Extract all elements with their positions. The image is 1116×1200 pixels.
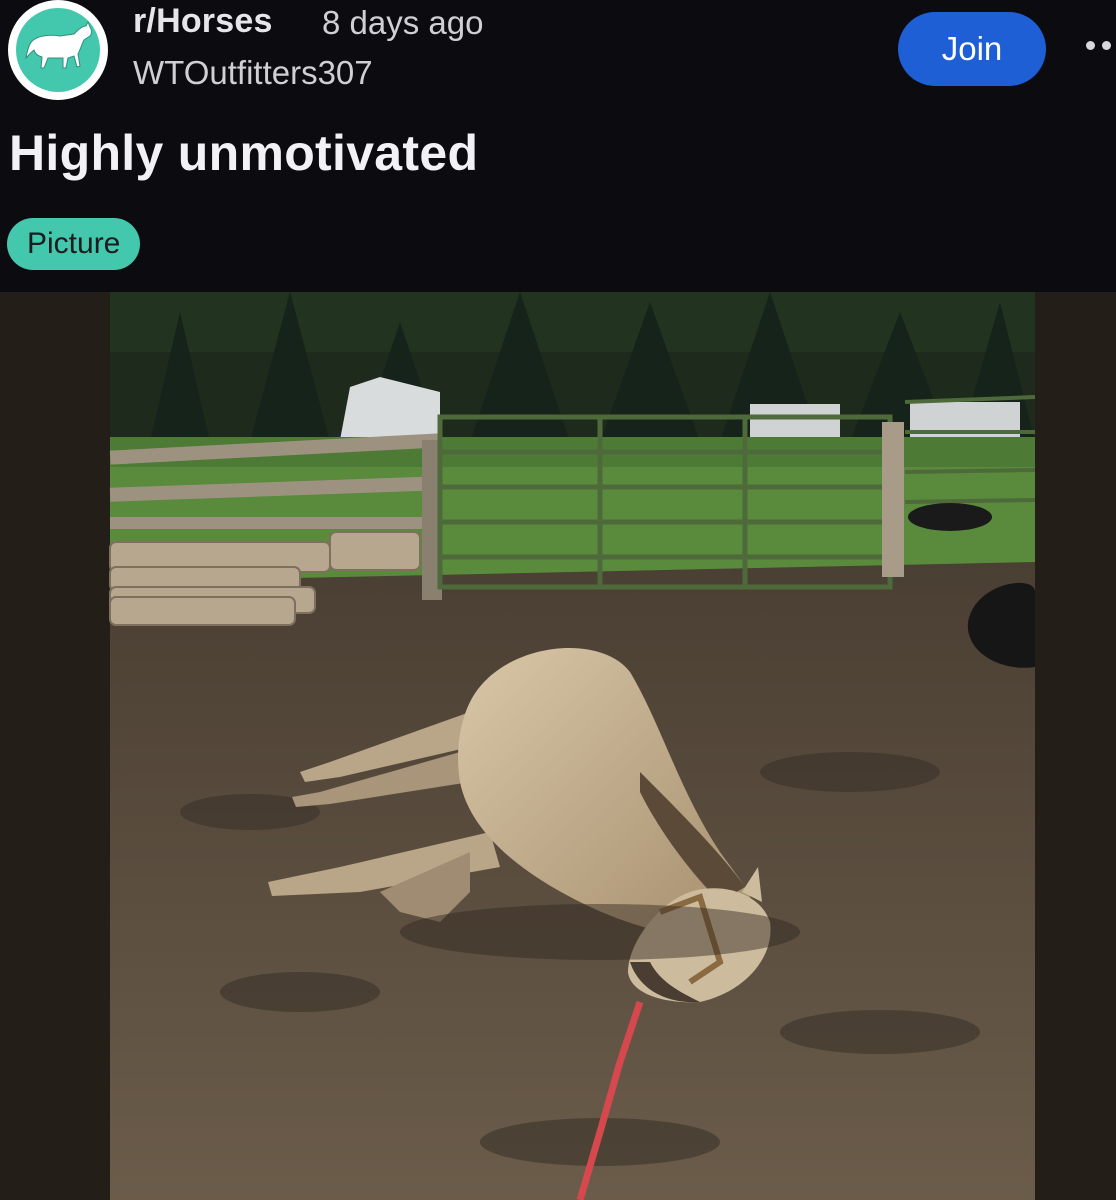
dot — [1086, 40, 1095, 50]
horse-lying-photo — [0, 292, 1116, 1200]
author-name[interactable]: WTOutfitters307 — [133, 54, 373, 92]
dot — [1102, 40, 1111, 50]
reddit-post: r/Horses 8 days ago WTOutfitters307 Join… — [0, 0, 1116, 1200]
post-title[interactable]: Highly unmotivated — [9, 124, 478, 182]
post-flair[interactable]: Picture — [7, 218, 141, 270]
subreddit-avatar[interactable] — [8, 0, 108, 100]
more-options-icon[interactable] — [1086, 30, 1111, 60]
subreddit-name[interactable]: r/Horses — [133, 2, 273, 41]
join-button[interactable]: Join — [898, 12, 1046, 86]
post-time: 8 days ago — [322, 4, 484, 41]
post-image[interactable] — [0, 292, 1116, 1200]
horse-icon — [16, 8, 100, 92]
